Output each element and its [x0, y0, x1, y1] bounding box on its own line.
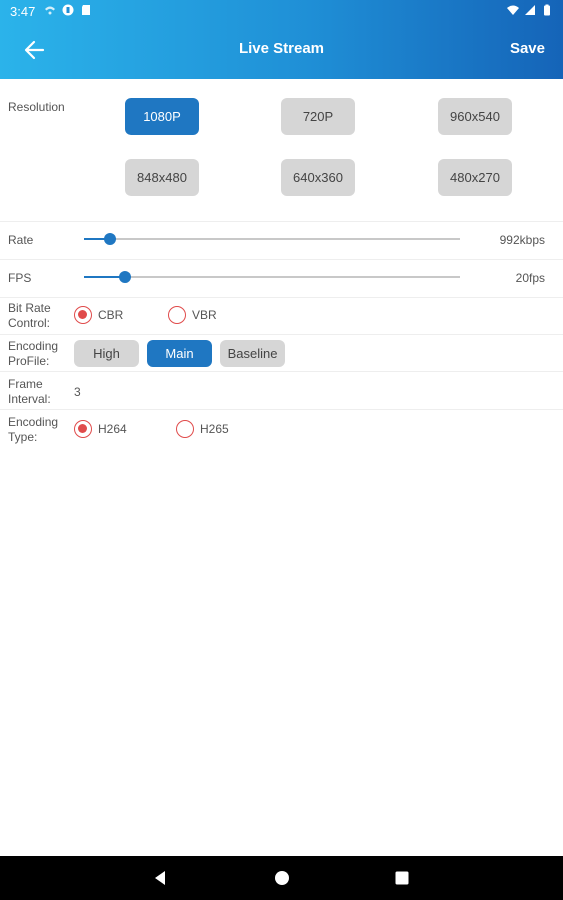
rate-slider[interactable] [84, 231, 460, 247]
radio-unchecked-icon [176, 420, 194, 438]
label-line: Bit Rate [8, 301, 51, 315]
app-header: 3:47 Live Stream Save [0, 0, 563, 79]
slider-track [84, 238, 460, 240]
fps-label: FPS [8, 271, 32, 285]
page-title: Live Stream [238, 40, 325, 57]
divider [0, 221, 563, 222]
divider [0, 409, 563, 410]
label-line: ProFile: [8, 354, 50, 368]
encoding-profile-label: Encoding ProFile: [8, 339, 58, 369]
label-line: Frame [8, 377, 43, 391]
rate-value: 992kbps [499, 233, 545, 247]
radio-h264[interactable]: H264 [74, 420, 127, 438]
profile-main-button[interactable]: Main [147, 340, 212, 367]
resolution-option-960x540[interactable]: 960x540 [438, 98, 512, 135]
resolution-option-720p[interactable]: 720P [281, 98, 355, 135]
fps-slider[interactable] [84, 269, 460, 285]
app-notification-icon [62, 4, 74, 16]
frame-interval-value[interactable]: 3 [74, 385, 81, 399]
resolution-label: Resolution [8, 100, 65, 114]
signal-icon [525, 5, 535, 15]
circle-home-icon [275, 871, 289, 885]
radio-label: CBR [98, 308, 124, 322]
label-line: Encoding [8, 415, 59, 429]
slider-track [84, 276, 460, 278]
radio-label: H264 [98, 422, 127, 436]
system-navigation-bar [0, 856, 563, 900]
divider [0, 259, 563, 260]
frame-interval-label: Frame Interval: [8, 377, 51, 407]
radio-cbr[interactable]: CBR [74, 306, 123, 324]
wifi-calling-icon [45, 6, 55, 15]
square-recents-icon [395, 871, 409, 885]
divider [0, 297, 563, 298]
label-line: Encoding [8, 339, 59, 353]
slider-thumb[interactable] [119, 271, 132, 283]
radio-checked-icon [74, 306, 92, 324]
status-bar: 3:47 [0, 0, 563, 24]
nav-home-button[interactable] [272, 868, 292, 888]
save-button[interactable]: Save [510, 40, 545, 57]
battery-icon [544, 4, 550, 16]
label-line: Control: [8, 316, 51, 330]
divider [0, 371, 563, 372]
triangle-back-icon [155, 871, 165, 885]
radio-checked-icon [74, 420, 92, 438]
profile-baseline-button[interactable]: Baseline [220, 340, 285, 367]
status-left-icons [44, 4, 92, 16]
status-time: 3:47 [10, 4, 36, 19]
radio-vbr[interactable]: VBR [168, 306, 217, 324]
slider-thumb[interactable] [104, 233, 117, 245]
label-line: Interval: [8, 392, 51, 406]
encoding-type-label: Encoding Type: [8, 415, 58, 445]
radio-label: H265 [200, 422, 229, 436]
rate-label: Rate [8, 233, 34, 247]
status-right-icons [507, 4, 553, 16]
nav-back-button[interactable] [150, 868, 170, 888]
resolution-option-480x270[interactable]: 480x270 [438, 159, 512, 196]
resolution-option-1080p[interactable]: 1080P [125, 98, 199, 135]
sd-card-icon [82, 5, 90, 15]
resolution-option-640x360[interactable]: 640x360 [281, 159, 355, 196]
radio-unchecked-icon [168, 306, 186, 324]
fps-value: 20fps [515, 271, 545, 285]
wifi-icon [507, 5, 519, 15]
profile-high-button[interactable]: High [74, 340, 139, 367]
bit-rate-control-label: Bit Rate Control: [8, 301, 51, 331]
divider [0, 334, 563, 335]
resolution-option-848x480[interactable]: 848x480 [125, 159, 199, 196]
radio-h265[interactable]: H265 [176, 420, 229, 438]
radio-label: VBR [192, 308, 217, 322]
label-line: Type: [8, 430, 38, 444]
nav-recents-button[interactable] [392, 868, 412, 888]
